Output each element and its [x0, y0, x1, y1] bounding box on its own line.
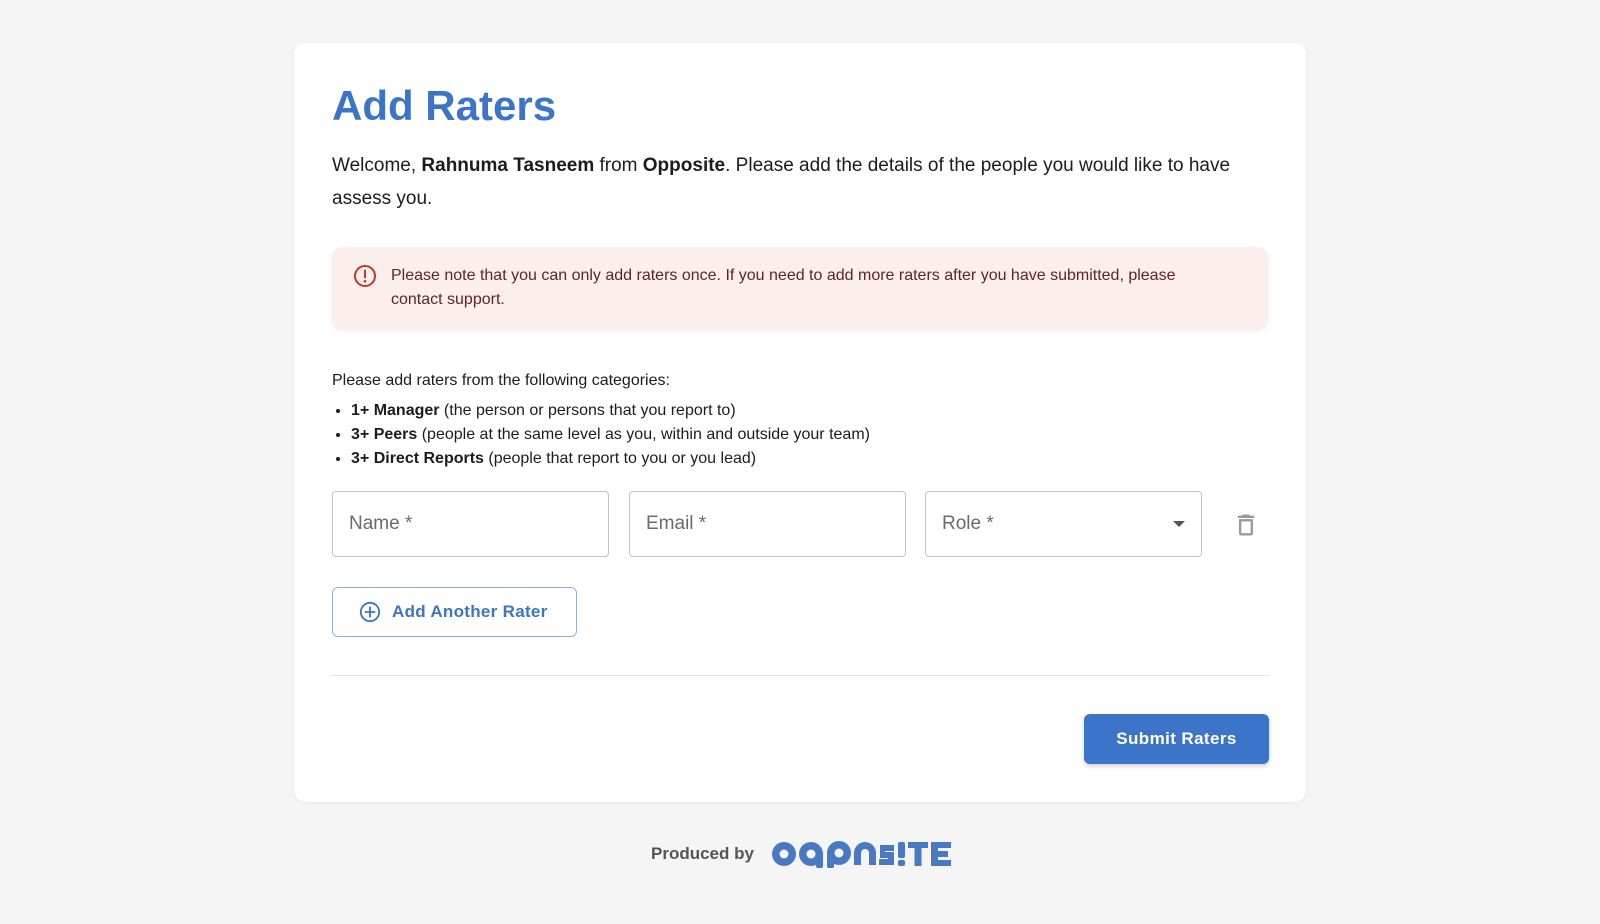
company-name: Opposite — [642, 155, 726, 176]
alert-text: Please note that you can only add raters… — [391, 267, 1176, 308]
category-item-peers: 3+ Peers (people at the same level as yo… — [351, 423, 1268, 447]
name-field-wrapper — [332, 491, 609, 557]
category-manager-desc: (the person or persons that you report t… — [439, 402, 736, 419]
categories-intro: Please add raters from the following cat… — [332, 372, 670, 389]
add-raters-card: Add Raters Welcome, Rahnuma Tasneem from… — [294, 43, 1306, 802]
alert-circle-icon — [354, 265, 376, 287]
produced-by-text: Produced by — [651, 844, 754, 863]
welcome-text: Welcome, Rahnuma Tasneem from Opposite. … — [332, 149, 1268, 215]
email-input[interactable] — [630, 492, 905, 556]
info-alert: Please note that you can only add raters… — [332, 247, 1268, 329]
footer: Produced by — [651, 836, 952, 872]
add-another-rater-label: Add Another Rater — [392, 602, 548, 621]
add-another-rater-button[interactable]: Add Another Rater — [332, 587, 577, 637]
role-select[interactable]: Role * — [925, 491, 1202, 557]
email-field-wrapper — [629, 491, 906, 557]
chevron-down-icon — [1173, 521, 1185, 527]
categories-list: 1+ Manager (the person or persons that y… — [332, 399, 1268, 471]
category-peers-label: 3+ Peers — [351, 426, 418, 443]
submit-raters-button[interactable]: Submit Raters — [1084, 714, 1269, 764]
name-input[interactable] — [333, 492, 608, 556]
welcome-prefix: Welcome, — [332, 155, 422, 176]
user-name: Rahnuma Tasneem — [421, 155, 595, 176]
category-direct-reports-label: 3+ Direct Reports — [351, 450, 484, 467]
category-manager-label: 1+ Manager — [351, 402, 440, 419]
plus-circle-icon — [359, 601, 381, 623]
category-peers-desc: (people at the same level as you, within… — [417, 426, 870, 443]
opposite-logo — [771, 841, 951, 868]
divider — [332, 675, 1270, 676]
trash-icon[interactable] — [1232, 511, 1260, 539]
role-label: Role * — [942, 513, 994, 534]
category-item-direct-reports: 3+ Direct Reports (people that report to… — [351, 447, 1268, 471]
category-direct-reports-desc: (people that report to you or you lead) — [483, 450, 757, 467]
rater-row: Role * — [332, 491, 1272, 557]
welcome-middle: from — [594, 155, 643, 176]
category-item-manager: 1+ Manager (the person or persons that y… — [351, 399, 1268, 423]
page-title: Add Raters — [332, 82, 557, 129]
